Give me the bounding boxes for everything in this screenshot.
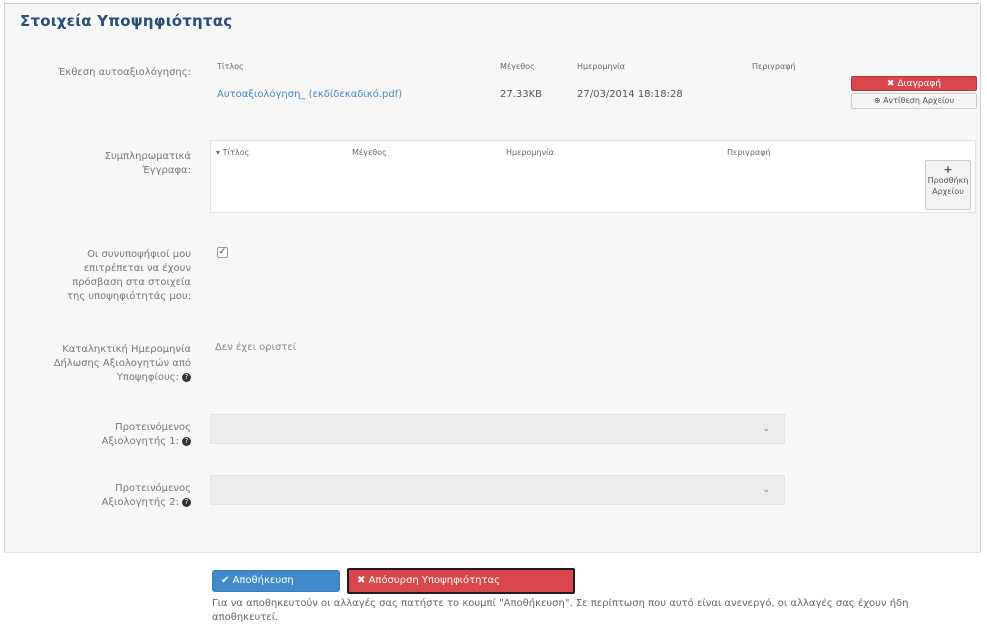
replace-icon: ⊕ xyxy=(873,96,881,105)
evaluator2-label-line2: Αξιολογητής 2: xyxy=(101,497,179,508)
supporting-files-box xyxy=(210,140,976,213)
evaluator2-label: Προτεινόμενος Αξιολογητής 2:? xyxy=(16,482,191,510)
chevron-down-icon: ⌄ xyxy=(762,485,770,495)
supporting-label-line2: Έγγραφα: xyxy=(142,165,191,176)
supporting-header-date: Ημερομηνία xyxy=(506,148,555,157)
help-icon[interactable]: ? xyxy=(182,372,191,382)
report-file-size: 27.33KB xyxy=(500,89,543,100)
help-icon[interactable]: ? xyxy=(182,497,191,507)
delete-file-button[interactable]: ✖ Διαγραφή xyxy=(851,76,977,91)
help-icon[interactable]: ? xyxy=(182,436,191,446)
evaluator2-label-line2-wrap: Αξιολογητής 2:? xyxy=(16,496,191,510)
access-label-line2: επιτρέπεται να έχουν xyxy=(83,263,191,274)
save-note: Για να αποθηκευτούν οι αλλαγές σας πατήσ… xyxy=(212,598,909,623)
withdraw-candidacy-button[interactable]: ✖ Απόσυρση Υποψηφιότητας xyxy=(347,568,575,594)
report-file-link[interactable]: Αυτοαξιολόγηση_ (εκδίδεκαδικό.pdf) xyxy=(217,89,402,100)
report-header-size: Μέγεθος xyxy=(500,62,535,71)
evaluator1-label-line1: Προτεινόμενος xyxy=(115,422,191,433)
trash-icon: ✖ xyxy=(886,79,895,89)
evaluator1-label-line2-wrap: Αξιολογητής 1:? xyxy=(16,435,191,449)
evaluator1-label: Προτεινόμενος Αξιολογητής 1:? xyxy=(16,421,191,449)
evaluator1-label-line2: Αξιολογητής 1: xyxy=(101,436,179,447)
access-label: Οι συνυποψήφιοί μου επιτρέπεται να έχουν… xyxy=(16,248,191,304)
report-label: Έκθεση αυτοαξιολόγησης: xyxy=(57,67,191,78)
report-header-date: Ημερομηνία xyxy=(577,62,626,71)
evaluator2-label-line1: Προτεινόμενος xyxy=(115,483,191,494)
add-icon: + xyxy=(943,163,953,176)
evaluator2-select[interactable]: ⌄ xyxy=(210,475,785,505)
access-checkbox[interactable]: ✓ xyxy=(217,247,228,258)
chevron-down-icon: ⌄ xyxy=(762,424,770,434)
access-label-line1: Οι συνυποψήφιοί μου xyxy=(87,249,191,260)
deadline-label: Καταληκτική Ημερομηνία Δήλωσης Αξιολογητ… xyxy=(16,343,191,385)
report-header-actions: Περιγραφή xyxy=(752,62,796,71)
access-label-line3: πρόσβαση στα στοιχεία xyxy=(72,277,191,288)
candidacy-panel xyxy=(4,3,981,625)
report-header-title: Τίτλος xyxy=(217,62,244,71)
sort-icon: ▾ xyxy=(216,148,221,157)
save-button[interactable]: ✔ Αποθήκευση xyxy=(212,570,340,592)
page-title: Στοιχεία Υποψηφιότητας xyxy=(20,12,233,30)
supporting-header-actions: Περιγραφή xyxy=(727,148,771,157)
deadline-label-line1: Καταληκτική Ημερομηνία xyxy=(62,344,191,355)
replace-file-button[interactable]: ⊕ Αντίθεση Αρχείου xyxy=(851,93,977,109)
access-label-line4: της υποψηφιότητάς μου: xyxy=(66,291,191,302)
withdraw-label: Απόσυρση Υποψηφιότητας xyxy=(368,575,501,586)
report-file-date: 27/03/2014 18:18:28 xyxy=(577,89,683,100)
delete-file-label: Διαγραφή xyxy=(897,79,942,89)
supporting-header-title: ▾ Τίτλος xyxy=(216,148,249,157)
deadline-value: Δεν έχει οριστεί xyxy=(215,342,297,353)
replace-file-label: Αντίθεση Αρχείου xyxy=(883,96,955,105)
supporting-label: Συμπληρωματικά Έγγραφα: xyxy=(16,150,191,178)
save-label: Αποθήκευση xyxy=(232,575,294,586)
add-file-button[interactable]: + Προσθήκη Αρχείου xyxy=(925,160,971,210)
add-file-label-line2: Αρχείου xyxy=(932,187,964,196)
close-icon: ✖ xyxy=(357,575,366,586)
add-file-label-line1: Προσθήκη xyxy=(927,176,969,185)
deadline-label-line3-wrap: Υποψηφίους:? xyxy=(16,371,191,385)
evaluator1-select[interactable]: ⌄ xyxy=(210,414,785,444)
check-icon: ✔ xyxy=(221,575,230,586)
deadline-label-line3: Υποψηφίους: xyxy=(116,372,179,383)
supporting-header-size: Μέγεθος xyxy=(352,148,387,157)
supporting-label-line1: Συμπληρωματικά xyxy=(104,151,191,162)
supporting-header-title-text: Τίτλος xyxy=(222,148,250,157)
deadline-label-line2: Δήλωσης Αξιολογητών από xyxy=(53,358,191,369)
